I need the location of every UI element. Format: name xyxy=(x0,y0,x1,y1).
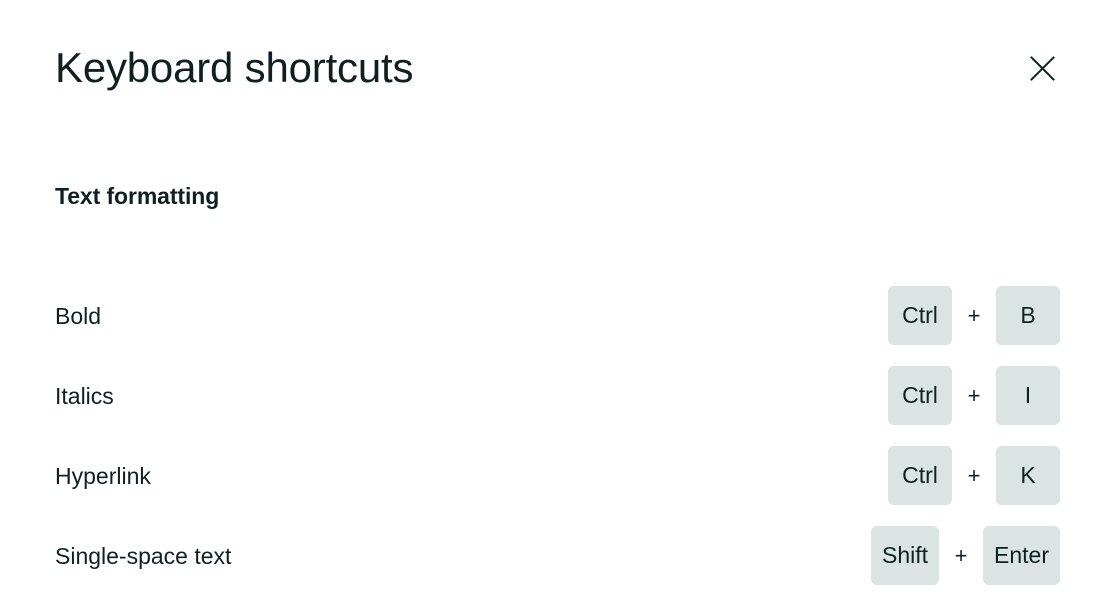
key-chip: Enter xyxy=(983,526,1060,585)
shortcut-row: Bold Ctrl + B xyxy=(55,286,1060,366)
key-separator: + xyxy=(967,302,981,328)
key-chip: Ctrl xyxy=(888,366,952,425)
shortcut-label: Italics xyxy=(55,383,114,409)
shortcut-row: Italics Ctrl + I xyxy=(55,366,1060,446)
keyboard-shortcuts-dialog: Keyboard shortcuts Text formatting Bold … xyxy=(0,0,1120,614)
shortcut-key-group: Shift + Enter xyxy=(870,526,1060,585)
key-separator: + xyxy=(954,542,968,568)
key-separator: + xyxy=(967,382,981,408)
key-chip: K xyxy=(996,446,1060,505)
dialog-header: Keyboard shortcuts xyxy=(55,38,1060,98)
key-chip: Ctrl xyxy=(888,446,952,505)
page-title: Keyboard shortcuts xyxy=(55,44,414,92)
section-heading-text-formatting: Text formatting xyxy=(55,183,220,209)
shortcut-key-group: Ctrl + B xyxy=(888,286,1060,345)
close-button[interactable] xyxy=(1020,46,1064,90)
key-chip: B xyxy=(996,286,1060,345)
key-separator: + xyxy=(967,462,981,488)
key-chip: Shift xyxy=(870,526,940,585)
shortcut-list: Bold Ctrl + B Italics Ctrl + I Hyperlink… xyxy=(55,286,1060,606)
key-chip: I xyxy=(996,366,1060,425)
shortcut-key-group: Ctrl + K xyxy=(888,446,1060,505)
shortcut-label: Bold xyxy=(55,303,102,329)
shortcut-row: Hyperlink Ctrl + K xyxy=(55,446,1060,526)
shortcut-label: Hyperlink xyxy=(55,463,151,489)
shortcut-row: Single-space text Shift + Enter xyxy=(55,526,1060,606)
key-chip: Ctrl xyxy=(888,286,952,345)
shortcut-key-group: Ctrl + I xyxy=(888,366,1060,425)
shortcut-label: Single-space text xyxy=(55,543,232,569)
close-icon xyxy=(1029,55,1056,82)
